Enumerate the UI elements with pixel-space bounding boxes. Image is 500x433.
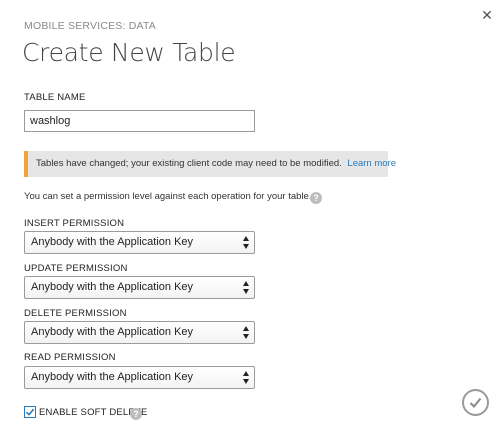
page-title: Create New Table — [22, 38, 236, 67]
insert-permission-select[interactable]: Anybody with the Application Key — [24, 231, 255, 254]
table-name-input[interactable] — [24, 110, 255, 132]
help-icon[interactable]: ? — [310, 192, 322, 204]
breadcrumb: MOBILE SERVICES: DATA — [24, 20, 156, 32]
help-icon[interactable]: ? — [130, 408, 142, 420]
schema-change-alert: Tables have changed; your existing clien… — [24, 151, 396, 177]
updown-arrows-icon — [243, 281, 249, 294]
delete-permission-label: DELETE PERMISSION — [24, 308, 127, 319]
close-icon: ✕ — [481, 7, 493, 23]
update-permission-select[interactable]: Anybody with the Application Key — [24, 276, 255, 299]
checkmark-icon — [25, 408, 35, 416]
delete-permission-select[interactable]: Anybody with the Application Key — [24, 321, 255, 344]
soft-delete-checkbox[interactable] — [24, 406, 36, 418]
learn-more-link[interactable]: Learn more — [347, 158, 396, 169]
permission-info-text: You can set a permission level against e… — [24, 191, 312, 202]
insert-permission-label: INSERT PERMISSION — [24, 218, 125, 229]
insert-permission-value: Anybody with the Application Key — [31, 236, 194, 248]
updown-arrows-icon — [243, 371, 249, 384]
alert-message: Tables have changed; your existing clien… — [36, 158, 342, 169]
table-name-label: TABLE NAME — [24, 92, 86, 103]
update-permission-label: UPDATE PERMISSION — [24, 263, 128, 274]
checkmark-icon — [469, 397, 482, 408]
read-permission-select[interactable]: Anybody with the Application Key — [24, 366, 255, 389]
read-permission-label: READ PERMISSION — [24, 352, 116, 363]
delete-permission-value: Anybody with the Application Key — [31, 326, 194, 338]
updown-arrows-icon — [243, 236, 249, 249]
close-button[interactable]: ✕ — [480, 8, 494, 22]
update-permission-value: Anybody with the Application Key — [31, 281, 194, 293]
read-permission-value: Anybody with the Application Key — [31, 371, 194, 383]
confirm-button[interactable] — [462, 389, 489, 416]
updown-arrows-icon — [243, 326, 249, 339]
